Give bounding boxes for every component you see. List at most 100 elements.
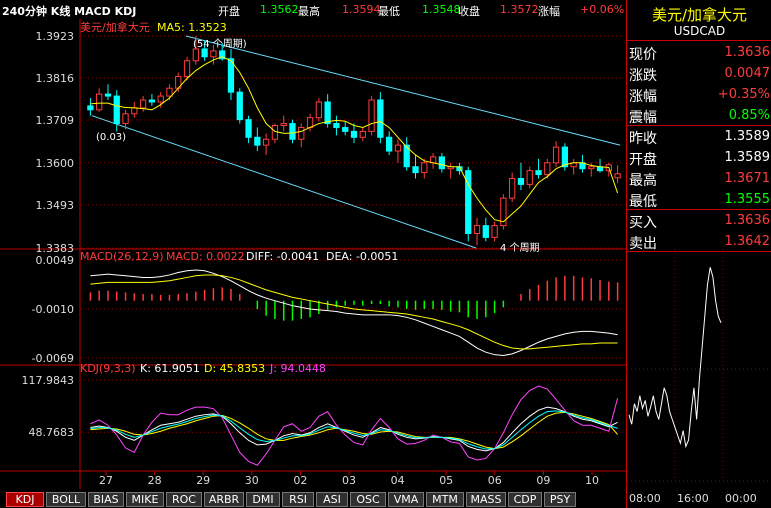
quote-label: 涨跌 xyxy=(629,68,657,84)
quote-row: 最低 1.3555 xyxy=(627,189,771,210)
candle-body xyxy=(561,146,569,168)
macd-tick-label: -0.0069 xyxy=(32,352,74,365)
x-axis-labels: 27 28 29 30 02 03 04 05 06 09 10 xyxy=(99,471,599,487)
x-tick-label: 27 xyxy=(99,474,113,487)
candle-body xyxy=(157,95,164,103)
main-chart-label: 美元/加拿大元 xyxy=(80,20,150,34)
ma5-label: MA5: 1.3523 xyxy=(157,21,227,34)
macd-tick-label: -0.0010 xyxy=(32,303,74,316)
quote-label: 开盘 xyxy=(629,152,657,168)
x-tick-label: 06 xyxy=(488,474,502,487)
candle-body xyxy=(236,91,243,121)
intraday-time-label: 16:00 xyxy=(677,492,709,505)
x-tick-label: 02 xyxy=(293,474,307,487)
candle-body xyxy=(350,130,358,138)
candle-body xyxy=(509,178,516,199)
instrument-name-cn: 美元/加拿大元 xyxy=(651,6,748,24)
kdj-label: KDJ(9,3,3) xyxy=(80,362,136,375)
price-tick-label: 1.3493 xyxy=(36,199,75,212)
candles xyxy=(87,36,621,246)
x-tick-label: 28 xyxy=(148,474,162,487)
macd-tick-label: 0.0049 xyxy=(36,254,75,267)
quote-panel: 美元/加拿大元 USDCAD 现价 1.3636 涨跌 0.0047 涨幅 +0.35% 震… xyxy=(626,0,771,508)
candle-body xyxy=(614,173,621,179)
candle-body xyxy=(192,48,199,62)
tab-cdp[interactable]: CDP xyxy=(508,492,542,507)
chart-title: 240分钟 K线 MACD KDJ xyxy=(2,5,137,18)
tab-dmi[interactable]: DMI xyxy=(246,492,280,507)
tab-osc[interactable]: OSC xyxy=(350,492,386,507)
candle-body xyxy=(139,99,147,109)
candle-body xyxy=(298,126,305,140)
quote-value: 1.3671 xyxy=(724,171,771,186)
tab-roc[interactable]: ROC xyxy=(166,492,202,507)
open-value: 1.3562 xyxy=(260,3,299,16)
tab-asi[interactable]: ASI xyxy=(316,492,348,507)
x-tick-label: 03 xyxy=(342,474,356,487)
intraday-chart: 08:00 16:00 00:00 xyxy=(627,249,771,505)
kdj-lines xyxy=(90,385,619,466)
tab-rsi[interactable]: RSI xyxy=(282,492,314,507)
candle-body xyxy=(588,166,595,170)
candle-body xyxy=(280,123,287,127)
candle-body xyxy=(131,107,138,115)
candle-body xyxy=(552,146,560,164)
kdj-tick-label: 117.9843 xyxy=(22,374,75,387)
high-annotation: (54 个周期) xyxy=(193,38,247,50)
x-tick-label: 05 xyxy=(439,474,453,487)
quote-label: 最高 xyxy=(629,173,657,189)
tab-arbr[interactable]: ARBR xyxy=(204,492,244,507)
tab-mtm[interactable]: MTM xyxy=(426,492,464,507)
quote-row: 现价 1.3636 xyxy=(627,42,771,63)
quote-label: 买入 xyxy=(629,215,657,231)
tab-mike[interactable]: MIKE xyxy=(126,492,164,507)
kdj-k-line xyxy=(90,406,618,452)
channel-lower xyxy=(91,115,477,249)
change-label: 涨幅 xyxy=(538,5,560,18)
candle-body xyxy=(104,93,112,97)
quote-value: 1.3642 xyxy=(724,234,771,249)
candle-body xyxy=(394,144,402,152)
candle-body xyxy=(201,48,208,58)
price-tick-label: 1.3923 xyxy=(36,30,75,43)
tab-mass[interactable]: MASS xyxy=(466,492,506,507)
quote-row: 涨跌 0.0047 xyxy=(627,63,771,84)
y-axis-labels: 1.39231.38161.37091.36001.34931.33830.00… xyxy=(22,30,75,439)
chart-area[interactable]: 1.39231.38161.37091.36001.34931.33830.00… xyxy=(0,19,626,490)
candle-body xyxy=(306,117,314,128)
quote-row: 昨收 1.3589 xyxy=(627,126,771,147)
candle-body xyxy=(517,178,525,185)
candle-body xyxy=(166,87,173,97)
candle-body xyxy=(482,225,489,238)
tab-kdj[interactable]: KDJ xyxy=(6,492,44,507)
dea-value: DEA: -0.0051 xyxy=(326,250,398,263)
k-value: K: 61.9051 xyxy=(140,362,200,375)
quote-value: 0.0047 xyxy=(724,66,771,81)
tab-vma[interactable]: VMA xyxy=(388,492,424,507)
j-value: J: 94.0448 xyxy=(269,362,326,375)
quote-value: 1.3555 xyxy=(724,192,771,207)
tab-psy[interactable]: PSY xyxy=(544,492,576,507)
quote-label: 最低 xyxy=(629,194,657,210)
candle-body xyxy=(535,170,542,176)
intraday-time-label: 08:00 xyxy=(629,492,661,505)
candle-body xyxy=(245,119,252,138)
quote-label: 涨幅 xyxy=(629,89,657,105)
quote-row: 卖出 1.3642 xyxy=(627,231,771,252)
close-value: 1.3572 xyxy=(500,3,539,16)
d-value: D: 45.8353 xyxy=(204,362,265,375)
candle-body xyxy=(544,162,551,176)
quote-row: 涨幅 +0.35% xyxy=(627,84,771,105)
top-info-bar: 240分钟 K线 MACD KDJ 开盘 1.3562 最高 1.3594 最低… xyxy=(0,0,626,19)
tab-bias[interactable]: BIAS xyxy=(88,492,124,507)
quote-label: 震幅 xyxy=(629,110,657,126)
candle-body xyxy=(289,123,296,140)
high-label: 最高 xyxy=(298,5,320,18)
low-annotation: (0.03) xyxy=(96,132,126,143)
diff-value: DIFF: -0.0041 xyxy=(246,250,319,263)
candle-body xyxy=(324,101,331,125)
quote-label: 现价 xyxy=(629,47,657,63)
tab-boll[interactable]: BOLL xyxy=(46,492,86,507)
candle-body xyxy=(377,99,384,138)
macd-lines xyxy=(90,269,618,357)
